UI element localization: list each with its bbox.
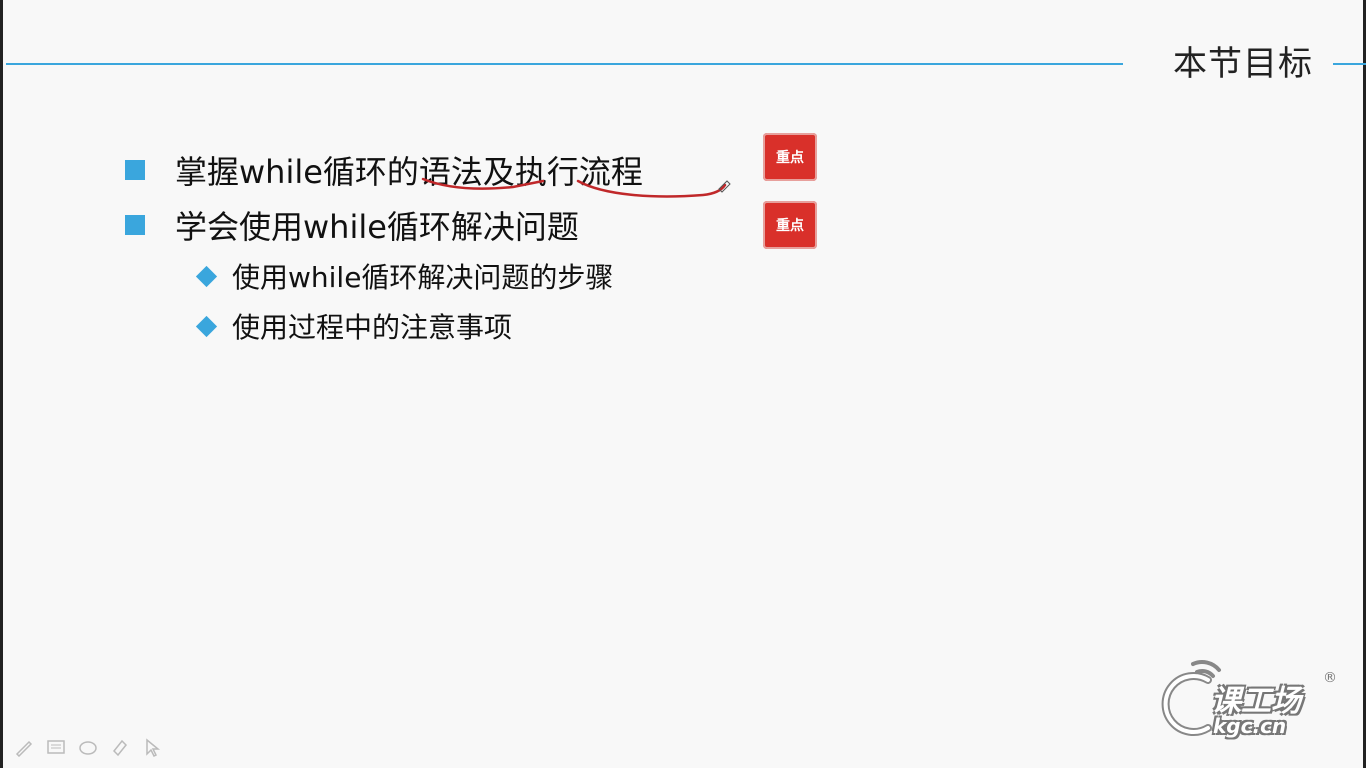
eraser-icon[interactable] — [77, 736, 99, 758]
sub-bullet-item-1: 使用while循环解决问题的步骤 — [195, 256, 614, 296]
key-point-stamp-2: 重点 — [763, 201, 817, 249]
title-rule-end — [1333, 63, 1366, 65]
key-point-stamp-1: 重点 — [763, 133, 817, 181]
slide-title: 本节目标 — [1173, 44, 1313, 84]
bullet-item-2: 学会使用while循环解决问题 — [125, 202, 579, 248]
sub-bullet-text-1: 使用while循环解决问题的步骤 — [232, 261, 614, 294]
kgc-logo: 课工场 kgc.cn ® — [1153, 660, 1353, 750]
diamond-bullet-icon — [195, 265, 218, 287]
pointer-icon[interactable] — [141, 736, 163, 758]
square-bullet-icon — [125, 160, 145, 180]
bullet-text-2: 学会使用while循环解决问题 — [175, 208, 579, 246]
registered-mark: ® — [1323, 670, 1337, 686]
sub-bullet-item-2: 使用过程中的注意事项 — [195, 306, 513, 346]
pen-icon[interactable] — [13, 736, 35, 758]
logo-site: kgc.cn — [1213, 714, 1287, 738]
slide: 本节目标 掌握while循环的语法及执行流程 学会使用while循环解决问题 使… — [0, 0, 1366, 768]
presenter-toolbar — [13, 736, 163, 758]
title-rule — [6, 63, 1123, 65]
sub-bullet-text-2: 使用过程中的注意事项 — [232, 311, 513, 344]
underline-annotation — [421, 177, 731, 198]
screen-icon[interactable] — [45, 736, 67, 758]
diamond-bullet-icon — [195, 315, 218, 337]
square-bullet-icon — [125, 215, 145, 235]
highlighter-icon[interactable] — [109, 736, 131, 758]
